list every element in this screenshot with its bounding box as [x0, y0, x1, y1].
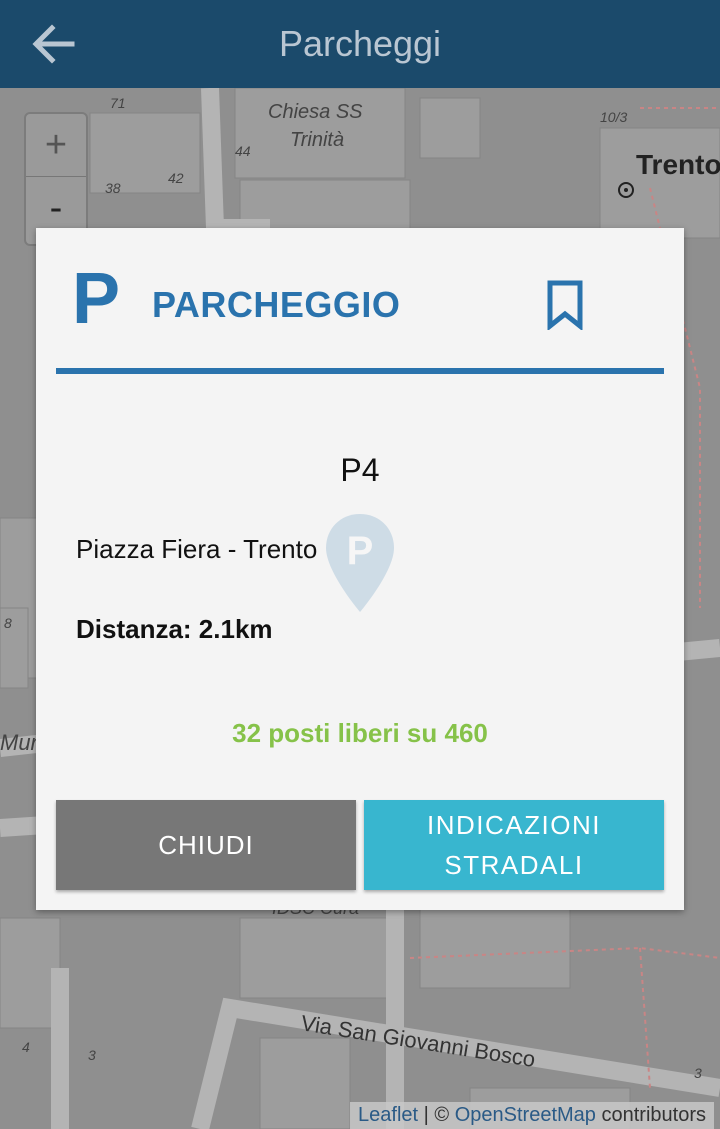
map-label-71: 71 — [110, 95, 126, 111]
map-label-church: Chiesa SS — [268, 101, 363, 123]
map-label-44: 44 — [235, 143, 251, 159]
app-header: Parcheggi — [0, 0, 720, 88]
map-label-3b: 3 — [694, 1065, 702, 1081]
page-title: Parcheggi — [278, 23, 442, 64]
parking-availability: 32 posti liberi su 460 — [232, 718, 488, 748]
map-label-38: 38 — [105, 180, 121, 196]
map-label-42: 42 — [168, 170, 184, 186]
map-attribution: Leaflet | © OpenStreetMap contributors — [350, 1102, 714, 1129]
zoom-in-button[interactable]: + — [26, 114, 86, 176]
map-label-8: 8 — [4, 615, 12, 631]
bookmark-icon[interactable] — [546, 280, 584, 330]
directions-label-line-2: STRADALI — [444, 850, 584, 880]
parking-icon: P — [72, 259, 121, 339]
directions-label-line-1: INDICAZIONI — [427, 810, 601, 840]
close-button[interactable]: CHIUDI — [56, 800, 356, 890]
map-label-3a: 3 — [88, 1047, 96, 1063]
map-label-10-3: 10/3 — [600, 109, 627, 125]
parking-detail-dialog: P PARCHEGGIO P P4 Piazza Fiera - Trento … — [36, 228, 684, 910]
parking-address: Piazza Fiera - Trento — [76, 534, 318, 564]
attribution-suffix: contributors — [601, 1104, 707, 1126]
directions-button[interactable]: INDICAZIONI STRADALI — [364, 800, 664, 890]
parking-distance: Distanza: 2.1km — [76, 614, 273, 644]
dialog-header: P PARCHEGGIO — [56, 256, 664, 374]
map-zoom-control: + - — [24, 112, 88, 246]
svg-text:P: P — [347, 529, 374, 573]
arrow-left-icon[interactable] — [28, 20, 78, 68]
map-label-trento: Trento — [636, 149, 720, 180]
parking-code: P4 — [340, 452, 380, 488]
parking-pin-icon: P — [326, 514, 394, 612]
map-label-4: 4 — [22, 1039, 30, 1055]
openstreetmap-link[interactable]: OpenStreetMap — [455, 1104, 596, 1126]
leaflet-link[interactable]: Leaflet — [358, 1104, 418, 1126]
dialog-title: PARCHEGGIO — [152, 284, 401, 325]
map-label-church-2: Trinità — [290, 129, 344, 151]
attribution-separator: | © — [423, 1104, 450, 1126]
